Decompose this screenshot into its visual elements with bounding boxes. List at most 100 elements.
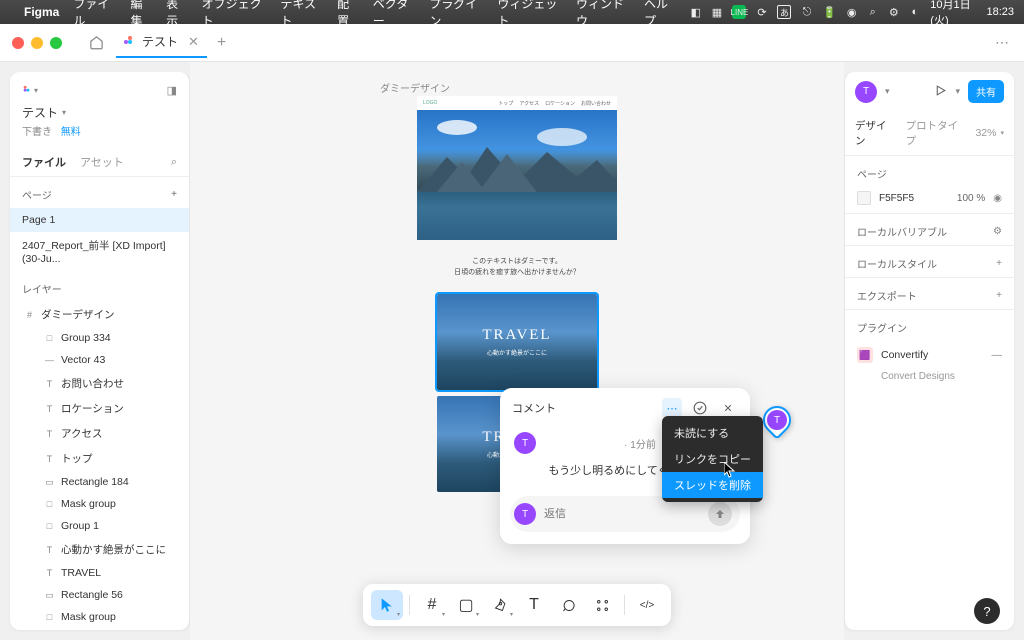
close-comment-button[interactable]: ✕ [718, 398, 738, 418]
travel-card-selected[interactable]: TRAVEL 心動かす絶景がここに [437, 294, 597, 390]
search-icon[interactable]: ⌕ [867, 5, 878, 19]
macos-menubar: Figma ファイル 編集 表示 オブジェクト テキスト 配置 ベクター プラグ… [0, 0, 1024, 24]
layer-type-icon: T [44, 453, 55, 464]
menu-delete-thread[interactable]: スレッドを削除 [662, 472, 763, 498]
nav-item: ロケーション [545, 100, 575, 107]
layer-item[interactable]: □Group 334 [10, 327, 189, 349]
add-style-button[interactable]: + [996, 258, 1002, 269]
background-hex[interactable]: F5F5F5 [879, 193, 949, 204]
layer-item[interactable]: □Group 1 [10, 515, 189, 537]
layer-item[interactable]: Tお問い合わせ [10, 371, 189, 396]
present-button[interactable] [934, 84, 947, 100]
layer-item[interactable]: ▭Rectangle 56 [10, 584, 189, 606]
wifi-icon[interactable]: ◉ [846, 5, 857, 19]
settings-icon[interactable]: ⚙ [993, 226, 1002, 237]
status-icon[interactable]: ◧ [690, 5, 701, 19]
zoom-control[interactable]: 32%▾ [975, 113, 1004, 153]
plugin-name[interactable]: Convertify [881, 349, 928, 361]
layer-item[interactable]: T心動かす絶景がここに [10, 537, 189, 562]
minimize-window-button[interactable] [31, 37, 43, 49]
status-icon[interactable]: ▦ [711, 5, 722, 19]
tab-design[interactable]: デザイン [855, 111, 894, 155]
comment-options-button[interactable]: ⋯ [662, 398, 682, 418]
file-tab[interactable]: テスト ✕ [116, 27, 207, 58]
add-page-button[interactable]: + [171, 189, 177, 200]
layer-frame-root[interactable]: #ダミーデザイン [10, 302, 189, 327]
frame-label[interactable]: ダミーデザイン [380, 80, 450, 95]
artboard[interactable]: LOGO トップ アクセス ロケーション お問い合わせ このテキストはダミーです… [417, 96, 617, 640]
layer-type-icon: □ [44, 521, 55, 532]
help-button[interactable]: ? [974, 598, 1000, 624]
layer-item[interactable]: Tロケーション [10, 396, 189, 421]
search-icon[interactable]: ⌕ [171, 150, 177, 175]
tab-prototype[interactable]: プロトタイプ [906, 111, 964, 155]
line-icon[interactable]: LINE [732, 5, 746, 19]
design-nav: LOGO トップ アクセス ロケーション お問い合わせ [417, 96, 617, 110]
bluetooth-icon[interactable]: ⎋ [801, 5, 812, 19]
background-opacity[interactable]: 100 [957, 193, 974, 204]
home-button[interactable] [82, 29, 110, 57]
close-tab-button[interactable]: ✕ [188, 34, 199, 50]
chevron-down-icon[interactable]: ▾ [955, 86, 960, 97]
menu-copy-link[interactable]: リンクをコピー [662, 446, 763, 472]
page-item[interactable]: Page 1 [10, 208, 189, 232]
layer-type-icon: □ [44, 499, 55, 510]
send-reply-button[interactable] [708, 502, 732, 526]
tab-assets[interactable]: アセット [80, 148, 124, 176]
remove-plugin-button[interactable]: — [992, 349, 1003, 361]
layer-name: TRAVEL [61, 567, 101, 579]
layer-item[interactable]: ▭Rectangle 184 [10, 471, 189, 493]
card-subtitle: 心動かす絶景がここに [487, 348, 547, 357]
cursor-icon [724, 462, 736, 478]
free-badge[interactable]: 無料 [61, 127, 81, 138]
text-tool[interactable]: T [518, 590, 550, 620]
nav-item: トップ [498, 100, 513, 107]
more-options-button[interactable]: ⋯ [995, 34, 1010, 51]
close-window-button[interactable] [12, 37, 24, 49]
file-name[interactable]: テスト [22, 104, 58, 121]
shape-tool[interactable]: ▢▾ [450, 590, 482, 620]
layer-item[interactable]: □Mask group [10, 606, 189, 628]
background-swatch[interactable] [857, 191, 871, 205]
canvas[interactable]: ダミーデザイン LOGO トップ アクセス ロケーション お問い合わせ このテキ… [190, 62, 844, 640]
menubar-app[interactable]: Figma [24, 5, 59, 19]
battery-icon[interactable]: 🔋 [822, 5, 836, 19]
dev-mode-toggle[interactable]: </> [631, 590, 663, 620]
menu-mark-unread[interactable]: 未読にする [662, 420, 763, 446]
reply-input[interactable] [544, 508, 700, 520]
status-icon[interactable]: ⟳ [756, 5, 767, 19]
chevron-down-icon[interactable]: ▾ [885, 86, 890, 97]
resolve-comment-button[interactable] [690, 398, 710, 418]
layer-type-icon: □ [44, 612, 55, 623]
share-button[interactable]: 共有 [968, 80, 1004, 103]
comment-pin[interactable]: T [757, 400, 797, 440]
layer-item[interactable]: Tトップ [10, 446, 189, 471]
siri-icon[interactable]: ◐ [909, 5, 920, 19]
comment-tool[interactable] [552, 590, 584, 620]
visibility-toggle[interactable]: ◉ [993, 193, 1002, 204]
fullscreen-window-button[interactable] [50, 37, 62, 49]
menubar-time[interactable]: 18:23 [987, 6, 1015, 18]
layer-item[interactable]: —Vector 43 [10, 349, 189, 371]
control-center-icon[interactable]: ⚙ [888, 5, 899, 19]
tab-file[interactable]: ファイル [22, 148, 66, 176]
actions-tool[interactable] [586, 590, 618, 620]
frame-tool[interactable]: #▾ [416, 590, 448, 620]
layer-item[interactable]: □Group 1 [10, 628, 189, 630]
page-item[interactable]: 2407_Report_前半 [XD Import] (30-Ju... [10, 232, 189, 271]
avatar[interactable]: T [855, 81, 877, 103]
move-tool[interactable]: ▾ [371, 590, 403, 620]
main-menu-button[interactable]: ▾ [22, 82, 38, 98]
comment-title: コメント [512, 400, 654, 416]
ime-icon[interactable]: あ [777, 5, 791, 19]
layer-type-icon: □ [44, 333, 55, 344]
add-export-button[interactable]: + [996, 290, 1002, 301]
layer-name: Rectangle 184 [61, 476, 129, 488]
panel-toggle-icon[interactable]: ◨ [167, 84, 177, 97]
layer-item[interactable]: □Mask group [10, 493, 189, 515]
layer-item[interactable]: Tアクセス [10, 421, 189, 446]
layer-name: Rectangle 56 [61, 589, 123, 601]
pen-tool[interactable]: ▾ [484, 590, 516, 620]
layer-item[interactable]: TTRAVEL [10, 562, 189, 584]
new-tab-button[interactable]: + [217, 34, 226, 52]
